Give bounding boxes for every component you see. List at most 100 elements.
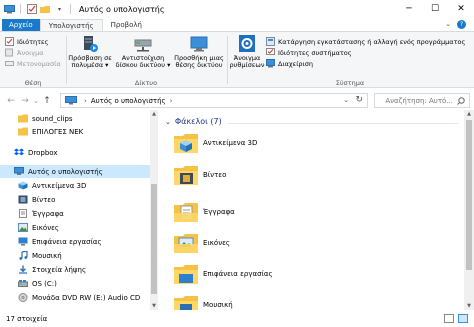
folder-tile-label: Έγγραφα <box>203 208 235 216</box>
search-input[interactable]: Αναζήτηση: Αυτό... <box>374 93 470 108</box>
folder-tile-music[interactable]: Μουσική <box>174 290 233 310</box>
pictures-folder-icon <box>174 234 198 253</box>
settings-gear-icon <box>239 35 255 52</box>
network-location-icon <box>190 36 208 52</box>
nav-item-downloads[interactable]: Στοιχεία λήψης <box>18 263 86 276</box>
folder-tile-pictures[interactable]: Εικόνες <box>174 228 230 258</box>
collapse-chevron-icon[interactable]: ⌄ <box>165 118 171 126</box>
nav-item-label: Έγγραφα <box>32 209 64 218</box>
customize-toolbar-icon[interactable]: ▾ <box>54 4 65 14</box>
access-media-button[interactable]: Πρόσβαση σε πολυμέσα ▾ <box>67 35 113 69</box>
nav-item-desktop[interactable]: Επιφάνεια εργασίας <box>18 235 102 248</box>
documents-icon <box>19 209 27 218</box>
forward-button[interactable]: → <box>18 94 32 108</box>
desktop-folder-icon <box>174 265 198 284</box>
nav-item-label: Αντικείμενα 3D <box>32 181 87 190</box>
scroll-up-arrow-icon[interactable]: ▲ <box>464 111 474 117</box>
nav-item-os-drive[interactable]: OS (C:) <box>18 277 57 290</box>
nav-pane-scrollbar[interactable]: ▲ ▼ <box>150 110 158 310</box>
view-toggles <box>444 314 468 323</box>
folder-tile-videos[interactable]: Βίντεο <box>174 160 226 190</box>
content-scrollbar[interactable]: ▲ ▼ <box>464 110 474 310</box>
quick-access-toolbar: ▾ <box>0 4 73 14</box>
nav-item-videos[interactable]: Βίντεο <box>18 193 55 206</box>
folder-tile-label: Επιφάνεια εργασίας <box>203 270 273 278</box>
system-properties-button[interactable]: Ιδιότητες συστήματος <box>266 47 465 58</box>
properties-check-icon[interactable] <box>26 4 37 14</box>
breadcrumb-chevron[interactable]: › <box>84 97 87 105</box>
help-icon[interactable]: ? <box>457 20 466 29</box>
open-settings-button[interactable]: Άνοιγμα ρυθμίσεων <box>230 35 264 69</box>
refresh-icon[interactable]: ↻ <box>355 95 363 105</box>
open-button[interactable]: Άνοιγμα <box>5 47 61 58</box>
nav-item-label: Εικόνες <box>32 223 60 232</box>
large-icons-view-icon[interactable] <box>458 314 468 323</box>
nav-item-dvd-drive[interactable]: Μονάδα DVD RW (E:) Audio CD <box>18 291 140 304</box>
scrollbar-thumb[interactable] <box>151 184 157 294</box>
up-button[interactable]: ↑ <box>40 94 54 108</box>
folder-tile-label: Βίντεο <box>203 171 227 179</box>
nav-item-label: Αυτός ο υπολογιστής <box>28 167 103 176</box>
toolbar-divider <box>70 4 71 14</box>
nav-item-dropbox[interactable]: Dropbox <box>14 146 58 159</box>
computer-icon <box>65 96 77 105</box>
folder-tile-desktop[interactable]: Επιφάνεια εργασίας <box>174 259 273 289</box>
nav-item-label: Στοιχεία λήψης <box>32 265 87 274</box>
ribbon-tabs: Αρχείο Υπολογιστής Προβολή ⌄ ? <box>0 18 474 32</box>
drive-icon <box>18 280 28 287</box>
group-title: Φάκελοι (7) <box>174 117 222 126</box>
video-icon <box>18 195 28 204</box>
maximize-button[interactable]: ☐ <box>422 0 448 18</box>
folders-group-header[interactable]: ⌄ Φάκελοι (7) <box>165 117 222 126</box>
nav-item-label: sound_clips <box>32 114 73 123</box>
music-icon <box>19 251 28 260</box>
nav-item-music[interactable]: Μουσική <box>18 249 62 262</box>
folder-tile-3d-objects[interactable]: Αντικείμενα 3D <box>174 128 257 158</box>
address-bar[interactable]: › Αυτός ο υπολογιστής › ⌄ ↻ <box>60 93 368 108</box>
nav-item-label: Μονάδα DVD RW (E:) Audio CD <box>32 293 141 302</box>
properties-button[interactable]: Ιδιότητες <box>5 36 61 47</box>
nav-item-documents[interactable]: Έγγραφα <box>18 207 64 220</box>
back-button[interactable]: ← <box>4 94 18 108</box>
manage-label: Διαχείριση <box>278 59 313 68</box>
rename-button[interactable]: Μετονομασία <box>5 58 61 69</box>
map-network-drive-button[interactable]: Αντιστοίχιση δίσκου δικτύου ▾ <box>115 35 171 69</box>
network-group: Πρόσβαση σε πολυμέσα ▾ Αντιστοίχιση δίσκ… <box>67 32 225 88</box>
ribbon: Ιδιότητες Άνοιγμα Μετονομασία Θέση Πρόσβ… <box>0 31 474 88</box>
breadcrumb-chevron[interactable]: › <box>170 97 173 105</box>
folder-tile-documents[interactable]: Έγγραφα <box>174 197 235 227</box>
title-bar: ▾ Αυτός ο υπολογιστής ─ ☐ ✕ <box>0 0 474 18</box>
minimize-button[interactable]: ─ <box>396 0 422 18</box>
rename-icon <box>5 61 14 66</box>
nav-item-3d-objects[interactable]: Αντικείμενα 3D <box>18 179 86 192</box>
nav-item-sound-clips[interactable]: sound_clips <box>18 112 73 125</box>
nav-item-pictures[interactable]: Εικόνες <box>18 221 59 234</box>
folder-icon <box>18 114 28 123</box>
scroll-down-arrow-icon[interactable]: ▼ <box>150 303 158 309</box>
scrollbar-thumb[interactable] <box>466 120 472 270</box>
new-folder-icon[interactable] <box>40 4 51 14</box>
objects-3d-folder-icon <box>174 134 198 153</box>
scroll-down-arrow-icon[interactable]: ▼ <box>464 303 474 309</box>
add-location-label-2: θέσης δικτύου <box>175 61 223 69</box>
scroll-up-arrow-icon[interactable]: ▲ <box>150 111 158 117</box>
uninstall-program-button[interactable]: Κατάργηση εγκατάστασης ή αλλαγή ενός προ… <box>266 36 465 47</box>
manage-button[interactable]: Διαχείριση <box>266 58 465 69</box>
computer-icon[interactable] <box>4 4 15 14</box>
system-properties-label: Ιδιότητες συστήματος <box>278 48 352 57</box>
add-network-location-button[interactable]: Προσθήκη μιας θέσης δικτύου <box>173 35 225 69</box>
nav-item-label: OS (C:) <box>32 279 57 288</box>
details-view-icon[interactable] <box>444 314 454 323</box>
breadcrumb-this-pc[interactable]: Αυτός ο υπολογιστής <box>91 97 166 105</box>
network-drive-icon <box>134 39 152 52</box>
pictures-icon <box>18 223 28 232</box>
properties-icon <box>5 37 14 46</box>
nav-item-this-pc[interactable]: Αυτός ο υπολογιστής <box>0 165 150 178</box>
close-button[interactable]: ✕ <box>448 0 474 18</box>
group-label-network: Δίκτυο <box>134 79 158 87</box>
address-dropdown-icon[interactable]: ⌄ <box>343 96 349 104</box>
downloads-icon <box>19 265 27 274</box>
nav-item-epiloges-nek[interactable]: ΕΠΙΛΟΓΕΣ ΝΕΚ <box>18 125 83 138</box>
recent-locations-button[interactable]: ⌄ <box>32 94 40 108</box>
expand-ribbon-icon[interactable]: ⌄ <box>445 20 451 29</box>
